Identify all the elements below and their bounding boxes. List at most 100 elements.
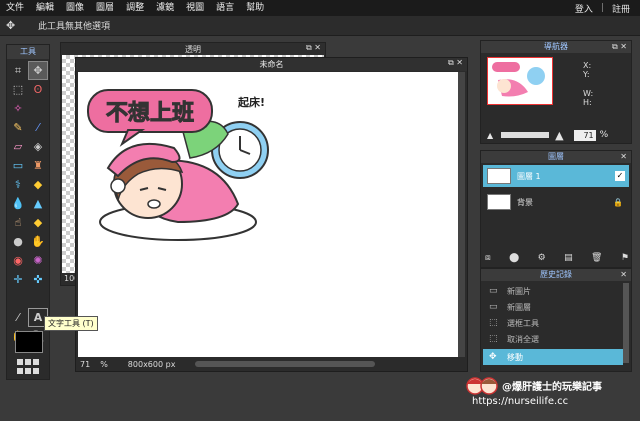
document-window-untitled[interactable]: 未命名 ⧉ ✕ 不想上班 起床! 71 % 800x600 px [75,57,468,372]
close-icon[interactable]: ✕ [456,58,463,67]
history-item[interactable]: ▭ 新圖片 [483,283,623,299]
layer-adjust-icon[interactable]: ⚙ [538,253,546,265]
redeye-tool-icon[interactable]: ◉ [8,251,28,270]
menu-view[interactable]: 視圖 [180,0,210,16]
history-item[interactable]: ✥ 移動 [483,349,623,365]
spot-heal-icon[interactable]: ✺ [28,251,48,270]
blur-tool-icon[interactable]: 💧 [8,194,28,213]
lasso-tool-icon[interactable]: ʘ [28,80,48,99]
drawing-tool-icon[interactable]: ◆ [28,175,48,194]
foreground-color-swatch[interactable] [15,331,43,353]
menu-language[interactable]: 語言 [210,0,240,16]
w-label: W: [583,89,594,98]
layer-row[interactable]: 背景 🔒 [483,191,629,213]
vertical-scrollbar[interactable] [458,72,465,357]
burn-tool-icon[interactable]: ✋ [28,232,48,251]
history-item[interactable]: ⬚ 取消全選 [483,331,623,347]
layer-mask-icon[interactable]: ⬤ [509,253,519,265]
bloat-tool-icon[interactable]: ✛ [8,270,28,289]
history-label: 取消全選 [507,334,539,344]
dodge-tool-icon[interactable]: ● [8,232,28,251]
delete-layer-icon[interactable]: 🗑 [591,253,602,265]
menu-filter[interactable]: 濾鏡 [150,0,180,16]
tool-tooltip: 文字工具 (T) [44,316,98,331]
close-icon[interactable]: ✕ [620,270,627,279]
document-title: 未命名 [259,60,284,69]
menu-adjust[interactable]: 調整 [120,0,150,16]
history-item[interactable]: ▭ 新圖層 [483,299,623,315]
color-replace-icon[interactable]: ⚕ [8,175,28,194]
restore-icon[interactable]: ⧉ [306,43,312,52]
y-label: Y: [583,70,590,79]
gradient-tool-icon[interactable]: ▭ [8,156,28,175]
layer-options-icon[interactable]: ⚑ [621,253,629,265]
zoom-value-field[interactable]: 71 [573,129,596,141]
layers-title: 圖層 [548,152,564,161]
grid-view-icon[interactable] [17,359,41,375]
navigator-panel: 導航器 ⧉ ✕ X: Y: W: H: ▲ ▲ 71 % [480,40,632,144]
magic-wand-icon[interactable]: ✧ [8,99,28,118]
empty-slot [8,289,28,308]
login-link[interactable]: 登入 [571,2,597,15]
marquee-tool-icon[interactable]: ⬚ [8,80,28,99]
layer-name: 圖層 1 [517,171,541,181]
layer-name: 背景 [517,197,533,207]
pinch-tool-icon[interactable]: ✜ [28,270,48,289]
sharpen-tool-icon[interactable]: ▲ [28,194,48,213]
navigator-title: 導航器 [544,42,568,51]
history-label: 選框工具 [507,318,539,328]
menu-help[interactable]: 幫助 [240,0,270,16]
restore-icon[interactable]: ⧉ [448,58,454,67]
brush-tool-icon[interactable]: ⁄ [28,118,48,137]
register-link[interactable]: 註冊 [608,2,634,15]
eyedropper-tool-icon[interactable]: ⁄ [8,308,28,327]
close-icon[interactable]: ✕ [620,42,627,51]
history-panel: 歷史記錄 ✕ ▭ 新圖片 ▭ 新圖層 ⬚ 選框工具 ⬚ 取消全選 ✥ 移動 [480,268,632,372]
tools-title: 工具 [7,45,49,59]
smudge-tool-icon[interactable]: ☝ [8,213,28,232]
watermark-title: @爆肝護士的玩樂記事 [502,382,602,393]
document-status-bar: 71 % 800x600 px [76,357,467,371]
sponge-tool-icon[interactable]: ◆ [28,213,48,232]
close-icon[interactable]: ✕ [314,43,321,52]
layer-row[interactable]: 圖層 1 ✓ [483,165,629,187]
menu-edit[interactable]: 編輯 [30,0,60,16]
new-layer-icon[interactable]: ▤ [564,253,573,265]
navigator-zoom: ▲ ▲ 71 % [487,129,627,142]
eraser-tool-icon[interactable]: ▱ [8,137,28,156]
menu-image[interactable]: 圖像 [60,0,90,16]
history-label: 移動 [507,352,523,362]
history-scrollbar[interactable] [623,283,629,363]
watermark-url: https://nurseilife.cc [472,396,569,407]
pencil-tool-icon[interactable]: ✎ [8,118,28,137]
zoom-in-icon[interactable]: ▲ [555,129,563,142]
marquee-icon: ⬚ [489,318,498,328]
stamp-tool-icon[interactable]: ♜ [28,156,48,175]
menu-bar: 文件 編輯 圖像 圖層 調整 濾鏡 視圖 語言 幫助 登入 | 註冊 [0,0,640,16]
new-layer-icon: ▭ [489,302,498,312]
crop-tool-icon[interactable]: ⌗ [8,61,28,80]
empty-slot [28,289,48,308]
history-item[interactable]: ⬚ 選框工具 [483,315,623,331]
history-label: 新圖層 [507,302,531,312]
menu-separator: | [600,3,604,13]
layer-visibility-checkbox[interactable]: ✓ [615,171,625,181]
empty-slot [28,99,48,118]
zoom-out-icon[interactable]: ▲ [487,131,493,140]
move-tool-icon[interactable]: ✥ [28,61,48,80]
menu-file[interactable]: 文件 [0,0,30,16]
options-text: 此工具無其他選項 [38,22,111,32]
zoom-slider[interactable] [501,132,550,138]
restore-icon[interactable]: ⧉ [612,42,618,51]
navigator-thumbnail[interactable] [487,57,553,105]
zoom-unit: % [599,130,609,140]
zoom-level[interactable]: 71 [80,360,90,369]
layer-style-icon[interactable]: ⧈ [485,253,491,265]
menu-layer[interactable]: 圖層 [90,0,120,16]
deselect-icon: ⬚ [489,334,498,344]
image-canvas[interactable]: 不想上班 起床! [78,72,458,357]
horizontal-scrollbar[interactable] [195,361,376,367]
bucket-tool-icon[interactable]: ◈ [28,137,48,156]
x-label: X: [583,61,592,70]
close-icon[interactable]: ✕ [620,152,627,161]
